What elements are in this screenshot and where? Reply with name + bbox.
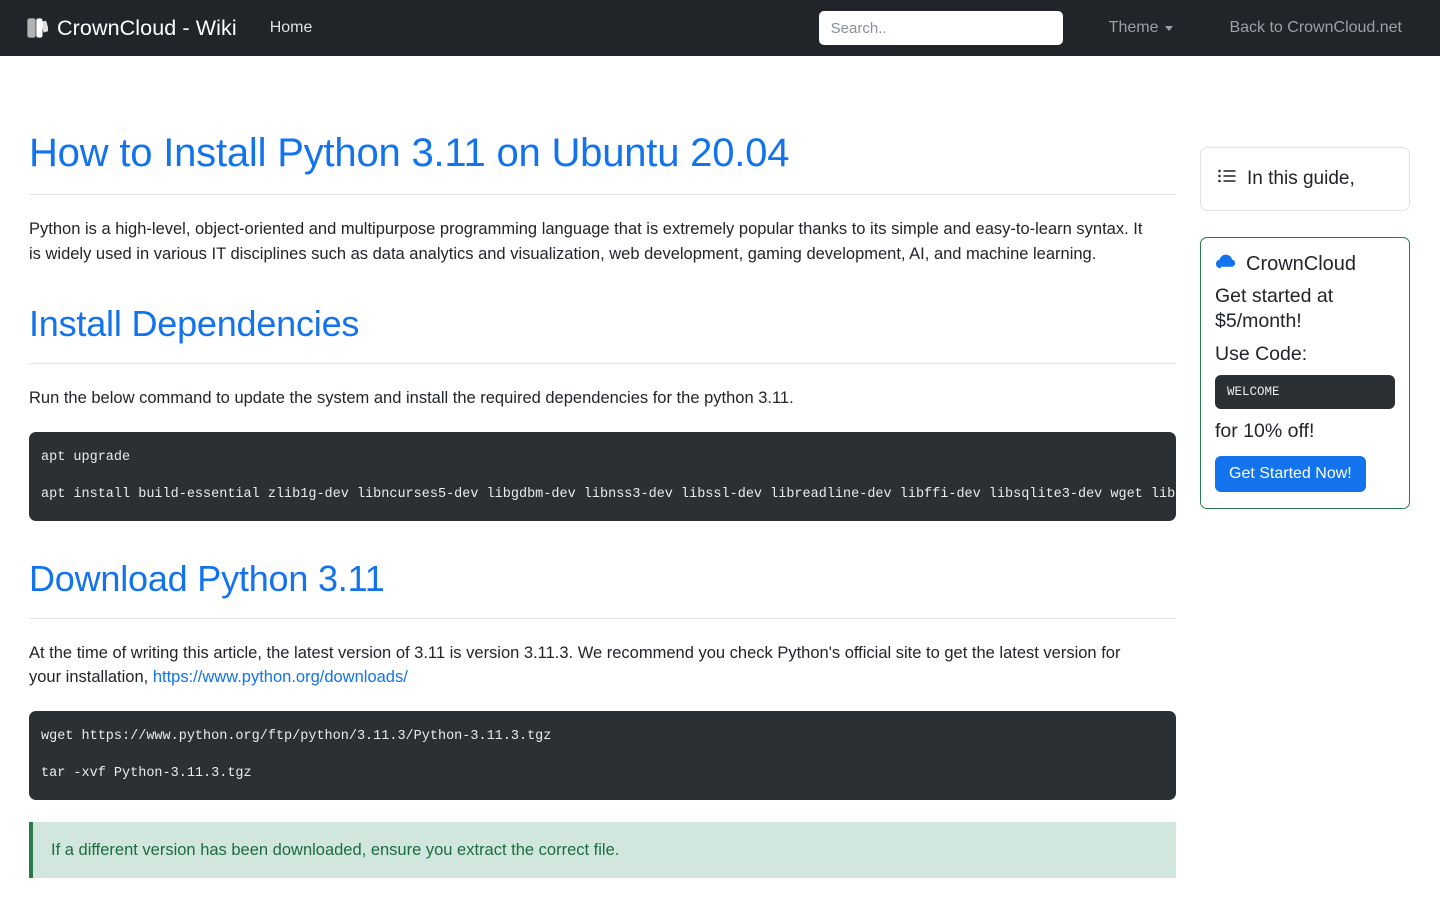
- code-line: apt upgrade: [41, 449, 131, 465]
- code-line: apt install build-essential zlib1g-dev l…: [41, 486, 1176, 502]
- code-line: wget https://www.python.org/ftp/python/3…: [41, 728, 552, 744]
- dependencies-paragraph: Run the below command to update the syst…: [29, 389, 794, 408]
- promo-use-code-label: Use Code:: [1215, 343, 1308, 365]
- promo-brand: CrownCloud: [1215, 252, 1395, 276]
- in-this-guide-card[interactable]: In this guide,: [1200, 147, 1410, 211]
- navbar-right-group: Theme Back to CrownCloud.net: [818, 11, 1418, 45]
- chevron-down-icon: [1165, 25, 1174, 31]
- promo-tagline: Get started at $5/month!: [1215, 285, 1334, 332]
- promo-discount-label: for 10% off!: [1215, 420, 1315, 442]
- promo-brand-label: CrownCloud: [1246, 252, 1357, 275]
- heading-divider-dependencies: [29, 363, 1176, 365]
- cloud-icon: [1215, 252, 1237, 276]
- page-title: How to Install Python 3.11 on Ubuntu 20.…: [29, 131, 790, 175]
- article-content: How to Install Python 3.11 on Ubuntu 20.…: [0, 56, 1176, 900]
- brand-link[interactable]: CrownCloud - Wiki: [26, 16, 237, 41]
- heading-install-dependencies: Install Dependencies: [29, 303, 360, 344]
- title-divider: [29, 194, 1176, 195]
- heading-download-python: Download Python 3.11: [29, 557, 385, 599]
- journal-books-icon: [26, 17, 48, 39]
- note-callout: If a different version has been download…: [29, 821, 1176, 878]
- promo-card: CrownCloud Get started at $5/month! Use …: [1200, 237, 1410, 509]
- promo-code-value[interactable]: WELCOME: [1215, 375, 1395, 409]
- nav-item-home[interactable]: Home: [270, 19, 313, 37]
- python-downloads-link[interactable]: https://www.python.org/downloads/: [153, 668, 408, 686]
- code-line: tar -xvf Python-3.11.3.tgz: [41, 765, 252, 781]
- get-started-button[interactable]: Get Started Now!: [1215, 456, 1366, 492]
- download-paragraph: At the time of writing this article, the…: [29, 641, 1157, 690]
- right-sidebar: In this guide, CrownCloud Get started at…: [1200, 56, 1440, 509]
- intro-paragraph: Python is a high-level, object-oriented …: [29, 220, 1143, 263]
- page-body: How to Install Python 3.11 on Ubuntu 20.…: [0, 56, 1440, 900]
- brand-label: CrownCloud - Wiki: [57, 15, 237, 40]
- theme-label: Theme: [1108, 19, 1159, 36]
- top-navbar: CrownCloud - Wiki Home Theme Back to Cro…: [0, 0, 1440, 56]
- code-block-dependencies[interactable]: apt upgrade apt install build-essential …: [29, 431, 1176, 521]
- list-ul-icon: [1217, 166, 1237, 192]
- search-input[interactable]: [818, 11, 1063, 45]
- back-to-crowncloud-link[interactable]: Back to CrownCloud.net: [1229, 19, 1402, 37]
- theme-dropdown-toggle[interactable]: Theme: [1109, 19, 1174, 37]
- code-block-download[interactable]: wget https://www.python.org/ftp/python/3…: [29, 710, 1176, 800]
- heading-divider-download: [29, 617, 1176, 619]
- in-this-guide-label: In this guide,: [1247, 168, 1355, 189]
